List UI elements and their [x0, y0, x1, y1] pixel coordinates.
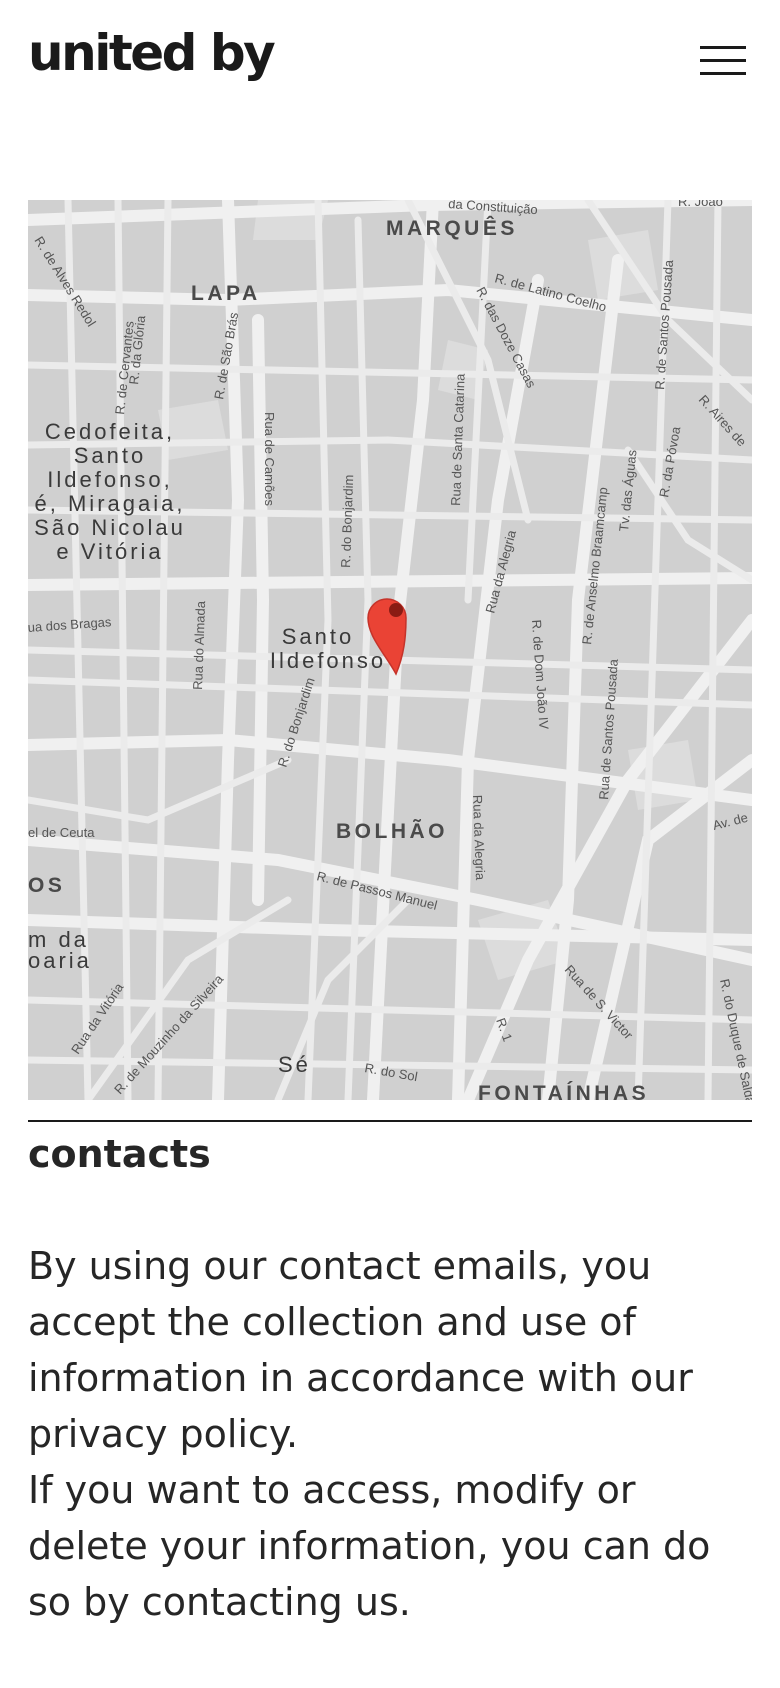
- map-label-street: R. João: [678, 200, 723, 209]
- map-label-street: Rua de Camões: [262, 412, 277, 506]
- map-label-cedofeita: Cedofeita,: [45, 419, 175, 444]
- contacts-text: By using our contact emails, you accept …: [28, 1238, 752, 1630]
- map-label-santo-ildefonso: Ildefonso: [270, 648, 386, 673]
- section-divider: [28, 1120, 752, 1122]
- map-label-cedofeita: é, Miragaia,: [35, 491, 186, 516]
- map-label-street: el de Ceuta: [28, 825, 95, 840]
- privacy-paragraph: By using our contact emails, you accept …: [28, 1244, 693, 1456]
- map-label-fontainhas: FONTAÍNHAS: [478, 1082, 649, 1100]
- map-canvas: MARQUÊS LAPA BOLHÃO FONTAÍNHAS OS Cedofe…: [28, 200, 752, 1100]
- map-label-se: Sé: [278, 1052, 311, 1077]
- map-label-santo-ildefonso: Santo: [282, 624, 355, 649]
- data-request-paragraph: If you want to access, modify or delete …: [28, 1468, 711, 1624]
- map-label-marques: MARQUÊS: [386, 216, 518, 240]
- map-label-cedofeita: Santo: [74, 443, 147, 468]
- menu-line: [700, 46, 746, 49]
- map-label-cedofeita: Ildefonso,: [47, 467, 172, 492]
- menu-line: [700, 59, 746, 62]
- map-label-street: Rua do Almada: [190, 600, 208, 690]
- map-label-bolhao: BOLHÃO: [336, 820, 448, 843]
- map-label-os: OS: [28, 874, 65, 897]
- map-label-lapa: LAPA: [191, 282, 261, 305]
- map-label-cedofeita: São Nicolau: [34, 515, 186, 540]
- location-map[interactable]: MARQUÊS LAPA BOLHÃO FONTAÍNHAS OS Cedofe…: [28, 200, 752, 1100]
- map-label-street: Rua da Alegria: [470, 795, 488, 882]
- site-logo[interactable]: united by: [28, 28, 276, 78]
- site-header: united by: [0, 0, 780, 124]
- map-label-mda: oaria: [28, 948, 92, 973]
- contacts-heading: contacts: [28, 1132, 211, 1176]
- hamburger-menu-icon[interactable]: [700, 46, 746, 78]
- menu-line: [700, 72, 746, 75]
- map-label-cedofeita: e Vitória: [56, 539, 163, 564]
